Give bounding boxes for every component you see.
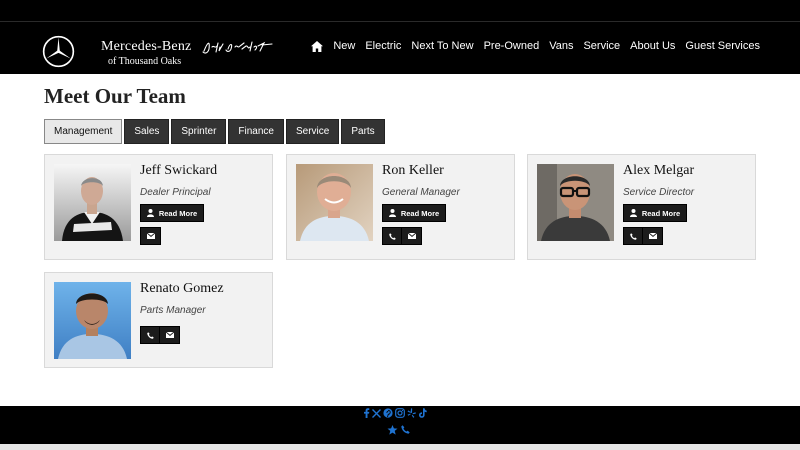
phone-icon — [630, 232, 637, 240]
nav-electric[interactable]: Electric — [365, 40, 401, 52]
staff-card: Jeff Swickard Dealer Principal Read More — [44, 154, 273, 260]
phone-icon — [389, 232, 396, 240]
page-title: Meet Our Team — [44, 84, 186, 108]
staff-name: Renato Gomez — [140, 281, 224, 296]
yelp-icon[interactable] — [407, 408, 416, 418]
phone-button[interactable] — [382, 227, 403, 245]
brand-name[interactable]: Mercedes-Benz — [101, 39, 191, 55]
read-more-label: Read More — [158, 208, 198, 218]
facebook-icon[interactable] — [363, 408, 370, 418]
staff-photo — [54, 164, 131, 241]
tab-service[interactable]: Service — [285, 119, 340, 144]
staff-card: Alex Melgar Service Director Read More — [527, 154, 756, 260]
user-icon — [146, 209, 154, 217]
nav-pre-owned[interactable]: Pre-Owned — [484, 40, 540, 52]
nav-about-us[interactable]: About Us — [630, 40, 675, 52]
star-icon[interactable] — [387, 425, 398, 435]
staff-name: Jeff Swickard — [140, 163, 218, 178]
pinterest-icon[interactable] — [383, 408, 393, 418]
tab-parts[interactable]: Parts — [341, 119, 385, 144]
read-more-button[interactable]: Read More — [140, 204, 204, 222]
staff-name: Ron Keller — [382, 163, 444, 178]
social-links — [363, 406, 429, 420]
home-nav-link[interactable] — [311, 40, 324, 52]
phone-button[interactable] — [140, 326, 161, 344]
nav-vans[interactable]: Vans — [549, 40, 573, 52]
nav-guest-services[interactable]: Guest Services — [685, 40, 760, 52]
envelope-icon — [146, 233, 155, 239]
staff-title: Service Director — [623, 187, 695, 198]
email-button[interactable] — [140, 227, 161, 245]
staff-photo — [296, 164, 373, 241]
nav-new[interactable]: New — [333, 40, 355, 52]
staff-name: Alex Melgar — [623, 163, 695, 178]
user-icon — [629, 209, 637, 217]
user-icon — [388, 209, 396, 217]
mercedes-star-logo-icon[interactable] — [42, 35, 75, 68]
nav-service[interactable]: Service — [583, 40, 620, 52]
tab-sales[interactable]: Sales — [124, 119, 170, 144]
phone-icon — [147, 331, 154, 339]
read-more-label: Read More — [400, 208, 440, 218]
department-tabs: Management Sales Sprinter Finance Servic… — [44, 119, 387, 144]
nav-next-to-new[interactable]: Next To New — [411, 40, 473, 52]
tiktok-icon[interactable] — [418, 408, 427, 418]
tab-sprinter[interactable]: Sprinter — [171, 119, 227, 144]
staff-title: Parts Manager — [140, 305, 206, 316]
read-more-label: Read More — [641, 208, 681, 218]
envelope-icon — [165, 332, 174, 338]
site-footer — [0, 406, 800, 444]
staff-photo — [537, 164, 614, 241]
page-bottom-strip — [0, 444, 800, 450]
email-button[interactable] — [159, 326, 180, 344]
read-more-button[interactable]: Read More — [623, 204, 687, 222]
envelope-icon — [648, 233, 657, 239]
home-icon — [311, 40, 324, 52]
read-more-button[interactable]: Read More — [382, 204, 446, 222]
staff-card: Ron Keller General Manager Read More — [286, 154, 515, 260]
staff-title: General Manager — [382, 187, 460, 198]
instagram-icon[interactable] — [395, 408, 405, 418]
phone-button[interactable] — [623, 227, 644, 245]
signature-logo — [202, 41, 273, 54]
tab-finance[interactable]: Finance — [228, 119, 284, 144]
email-button[interactable] — [401, 227, 422, 245]
email-button[interactable] — [642, 227, 663, 245]
main-nav: New Electric Next To New Pre-Owned Vans … — [301, 40, 760, 52]
phone-icon[interactable] — [401, 425, 410, 435]
top-utility-bar — [0, 0, 800, 22]
tab-management[interactable]: Management — [44, 119, 123, 144]
envelope-icon — [407, 233, 416, 239]
site-header: Mercedes-Benz of Thousand Oaks New Elect… — [0, 22, 800, 74]
staff-title: Dealer Principal — [140, 187, 211, 198]
footer-quick-links — [387, 425, 413, 435]
staff-photo — [54, 282, 131, 359]
x-icon[interactable] — [372, 408, 381, 418]
brand-location: of Thousand Oaks — [108, 56, 182, 67]
staff-card: Renato Gomez Parts Manager — [44, 272, 273, 368]
